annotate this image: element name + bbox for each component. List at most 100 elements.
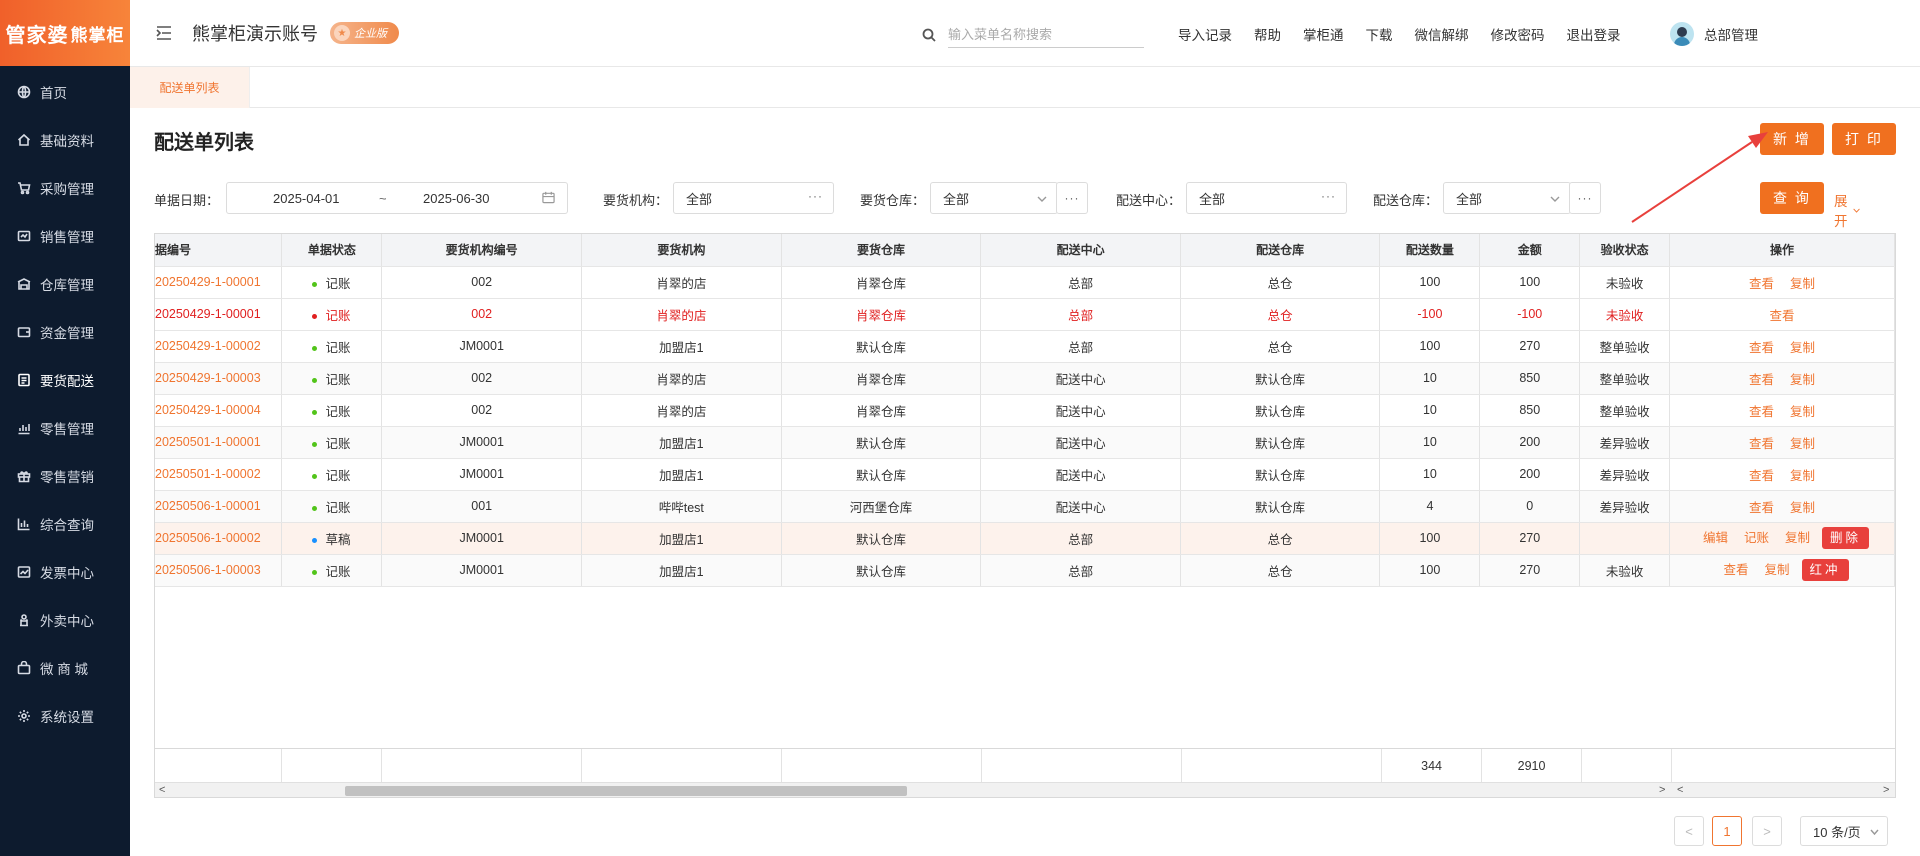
header-link-6[interactable]: 退出登录 bbox=[1567, 24, 1621, 44]
order-code-text[interactable]: 20250501-1-00002 bbox=[155, 467, 261, 481]
row-action-link[interactable]: 查看 bbox=[1749, 373, 1774, 387]
date-end[interactable]: 2025-06-30 bbox=[423, 191, 490, 206]
order-code[interactable]: 20250429-1-00002 bbox=[155, 330, 283, 363]
scroll-right-icon[interactable]: > bbox=[1659, 784, 1665, 796]
sidebar-item-4[interactable]: 仓库管理 bbox=[0, 260, 130, 308]
search-icon[interactable] bbox=[922, 28, 936, 42]
order-code-text[interactable]: 20250429-1-00001 bbox=[155, 275, 261, 289]
row-action-link[interactable]: 复制 bbox=[1790, 341, 1815, 355]
avatar[interactable] bbox=[1670, 22, 1694, 46]
header-link-5[interactable]: 修改密码 bbox=[1491, 24, 1545, 44]
date-start[interactable]: 2025-04-01 bbox=[273, 191, 340, 206]
order-code-text[interactable]: 20250429-1-00004 bbox=[155, 403, 261, 417]
row-action-link[interactable]: 查看 bbox=[1749, 469, 1774, 483]
order-code[interactable]: 20250429-1-00004 bbox=[155, 394, 283, 427]
order-code[interactable]: 20250501-1-00002 bbox=[155, 458, 283, 491]
sidebar-item-13[interactable]: 系统设置 bbox=[0, 692, 130, 740]
header-link-3[interactable]: 下载 bbox=[1366, 24, 1393, 44]
table-row[interactable]: 20250429-1-00003 记账 002 肖翠的店 肖翠仓库 配送中心 默认仓库 10 8… bbox=[155, 362, 1895, 395]
page-1-button[interactable]: 1 bbox=[1712, 816, 1742, 846]
row-action-link[interactable]: 查看 bbox=[1749, 341, 1774, 355]
table-row[interactable]: 20250429-1-00001 记账 002 肖翠的店 肖翠仓库 总部 总仓 -100 -10… bbox=[155, 298, 1895, 331]
page-size-select[interactable]: 10 条/页 bbox=[1800, 816, 1888, 846]
table-row[interactable]: 20250501-1-00001 记账 JM0001 加盟店1 默认仓库 配送中心 默认仓库… bbox=[155, 426, 1895, 459]
table-row[interactable]: 20250506-1-00003 记账 JM0001 加盟店1 默认仓库 总部 总仓 100 2… bbox=[155, 554, 1895, 587]
header-link-1[interactable]: 帮助 bbox=[1254, 24, 1281, 44]
print-button[interactable]: 打 印 bbox=[1832, 123, 1896, 155]
next-page-button[interactable]: > bbox=[1752, 816, 1782, 846]
user-menu[interactable]: 总部管理 bbox=[1670, 22, 1758, 46]
order-code-text[interactable]: 20250506-1-00001 bbox=[155, 499, 261, 513]
row-action-link[interactable]: 复制 bbox=[1785, 531, 1810, 545]
row-action-link[interactable]: 查看 bbox=[1723, 563, 1748, 577]
menu-toggle-icon[interactable] bbox=[156, 24, 174, 42]
row-action-link[interactable]: 查看 bbox=[1749, 277, 1774, 291]
sidebar-item-5[interactable]: 资金管理 bbox=[0, 308, 130, 356]
req-warehouse-more-button[interactable]: ··· bbox=[1056, 182, 1088, 214]
scroll-left-icon[interactable]: < bbox=[159, 784, 165, 796]
row-action-link[interactable]: 复制 bbox=[1790, 277, 1815, 291]
expand-toggle[interactable]: 展开 bbox=[1834, 190, 1861, 230]
order-code[interactable]: 20250501-1-00001 bbox=[155, 426, 283, 459]
table-row[interactable]: 20250506-1-00001 记账 001 哔哔test 河西堡仓库 配送中心 默认仓库… bbox=[155, 490, 1895, 523]
order-code-text[interactable]: 20250429-1-00001 bbox=[155, 307, 261, 321]
row-action-link[interactable]: 编辑 bbox=[1703, 531, 1728, 545]
row-action-link[interactable]: 复制 bbox=[1790, 373, 1815, 387]
query-button[interactable]: 查 询 bbox=[1760, 182, 1824, 214]
prev-page-button[interactable]: < bbox=[1674, 816, 1704, 846]
row-danger-button[interactable]: 删除 bbox=[1822, 527, 1870, 549]
scroll-right-icon[interactable]: > bbox=[1883, 784, 1889, 796]
center-select[interactable]: 全部 ··· bbox=[1186, 182, 1347, 214]
row-action-link[interactable]: 记账 bbox=[1744, 531, 1769, 545]
row-action-link[interactable]: 查看 bbox=[1749, 437, 1774, 451]
sidebar-item-11[interactable]: 外卖中心 bbox=[0, 596, 130, 644]
row-action-link[interactable]: 查看 bbox=[1749, 501, 1774, 515]
table-row[interactable]: 20250429-1-00002 记账 JM0001 加盟店1 默认仓库 总部 总仓 100 2… bbox=[155, 330, 1895, 363]
menu-search-input[interactable] bbox=[948, 22, 1144, 48]
expand-label[interactable]: 展开 bbox=[1834, 190, 1851, 230]
row-action-link[interactable]: 复制 bbox=[1790, 501, 1815, 515]
sidebar-item-10[interactable]: 发票中心 bbox=[0, 548, 130, 596]
table-row[interactable]: 20250429-1-00004 记账 002 肖翠的店 肖翠仓库 配送中心 默认仓库 10 8… bbox=[155, 394, 1895, 427]
order-code[interactable]: 20250429-1-00001 bbox=[155, 266, 283, 299]
order-code-text[interactable]: 20250429-1-00003 bbox=[155, 371, 261, 385]
order-code-text[interactable]: 20250506-1-00003 bbox=[155, 563, 261, 577]
sidebar-item-1[interactable]: 基础资料 bbox=[0, 116, 130, 164]
table-row[interactable]: 20250429-1-00001 记账 002 肖翠的店 肖翠仓库 总部 总仓 100 100 未… bbox=[155, 266, 1895, 299]
table-row[interactable]: 20250501-1-00002 记账 JM0001 加盟店1 默认仓库 配送中心 默认仓库… bbox=[155, 458, 1895, 491]
order-code[interactable]: 20250506-1-00003 bbox=[155, 554, 283, 587]
order-code[interactable]: 20250429-1-00001 bbox=[155, 298, 283, 331]
dist-warehouse-select[interactable]: 全部 bbox=[1443, 182, 1571, 214]
sidebar-item-9[interactable]: 综合查询 bbox=[0, 500, 130, 548]
row-action-link[interactable]: 复制 bbox=[1790, 405, 1815, 419]
scroll-thumb[interactable] bbox=[345, 786, 907, 796]
sidebar-item-0[interactable]: 首页 bbox=[0, 68, 130, 116]
order-code-text[interactable]: 20250506-1-00002 bbox=[155, 531, 261, 545]
row-action-link[interactable]: 查看 bbox=[1770, 309, 1795, 323]
sidebar-item-2[interactable]: 采购管理 bbox=[0, 164, 130, 212]
order-code[interactable]: 20250506-1-00001 bbox=[155, 490, 283, 523]
sidebar-item-8[interactable]: 零售营销 bbox=[0, 452, 130, 500]
sidebar-item-12[interactable]: 微 商 城 bbox=[0, 644, 130, 692]
add-button[interactable]: 新 增 bbox=[1760, 123, 1824, 155]
order-code[interactable]: 20250506-1-00002 bbox=[155, 522, 283, 555]
calendar-icon[interactable] bbox=[542, 191, 555, 207]
tab-distribution-list[interactable]: 配送单列表 bbox=[130, 67, 250, 108]
horizontal-scrollbar[interactable]: < > < > bbox=[155, 782, 1895, 797]
order-code[interactable]: 20250429-1-00003 bbox=[155, 362, 283, 395]
table-row[interactable]: 20250506-1-00002 草稿 JM0001 加盟店1 默认仓库 总部 总仓 100 2… bbox=[155, 522, 1895, 555]
sidebar-item-7[interactable]: 零售管理 bbox=[0, 404, 130, 452]
date-range-picker[interactable]: 2025-04-01 ~ 2025-06-30 bbox=[226, 182, 568, 214]
more-icon[interactable]: ··· bbox=[808, 189, 823, 203]
row-action-link[interactable]: 复制 bbox=[1790, 469, 1815, 483]
header-link-2[interactable]: 掌柜通 bbox=[1303, 24, 1344, 44]
row-action-link[interactable]: 查看 bbox=[1749, 405, 1774, 419]
row-action-link[interactable]: 复制 bbox=[1790, 437, 1815, 451]
sidebar-item-6[interactable]: 要货配送 bbox=[0, 356, 130, 404]
org-select[interactable]: 全部 ··· bbox=[673, 182, 834, 214]
scroll-left-icon[interactable]: < bbox=[1677, 784, 1683, 796]
req-warehouse-select[interactable]: 全部 bbox=[930, 182, 1058, 214]
row-danger-button[interactable]: 红冲 bbox=[1801, 559, 1849, 581]
more-icon[interactable]: ··· bbox=[1321, 189, 1336, 203]
sidebar-item-3[interactable]: 销售管理 bbox=[0, 212, 130, 260]
